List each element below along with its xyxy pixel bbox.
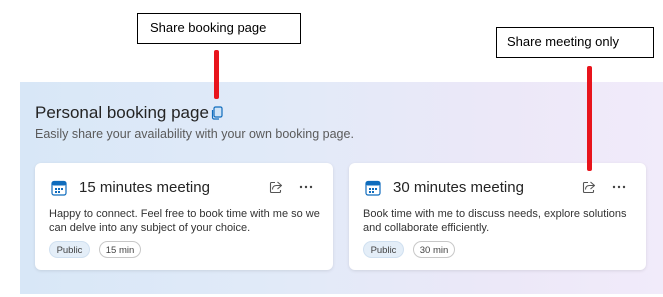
share-booking-page-callout: Share booking page <box>137 13 301 44</box>
meeting-card[interactable]: 15 minutes meeting Happy to connect. Fee… <box>35 163 333 270</box>
page-subtitle: Easily share your availability with your… <box>35 127 354 141</box>
meeting-card[interactable]: 30 minutes meeting Book time with me to … <box>349 163 646 270</box>
page-title: Personal booking page <box>35 103 209 122</box>
meeting-description: Book time with me to discuss needs, expl… <box>363 208 627 234</box>
visibility-badge: Public <box>363 241 404 258</box>
callout-pointer <box>587 66 592 171</box>
duration-badge: 15 min <box>99 241 141 258</box>
meeting-title: 15 minutes meeting <box>79 179 210 196</box>
meeting-description: Happy to connect. Feel free to book time… <box>49 208 320 234</box>
share-meeting-only-callout: Share meeting only <box>496 27 654 58</box>
more-icon[interactable] <box>299 185 313 189</box>
meeting-title: 30 minutes meeting <box>393 179 524 196</box>
more-icon[interactable] <box>612 185 626 189</box>
calendar-icon <box>365 180 381 196</box>
copy-icon[interactable] <box>211 106 223 120</box>
duration-badge: 30 min <box>413 241 455 258</box>
share-icon[interactable] <box>269 180 283 194</box>
visibility-badge: Public <box>49 241 90 258</box>
calendar-icon <box>51 180 67 196</box>
callout-pointer <box>214 50 219 99</box>
share-icon[interactable] <box>582 180 596 194</box>
